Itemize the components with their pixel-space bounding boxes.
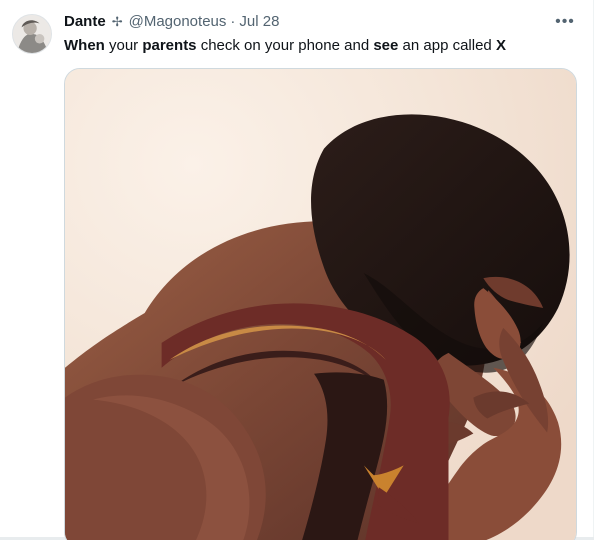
tweet-text-when: When [64, 37, 105, 54]
tweet-media[interactable] [64, 68, 577, 540]
tweet-text-parents: parents [142, 37, 197, 54]
tweet-text: When your parents check on your phone an… [64, 36, 506, 56]
more-options-button[interactable]: ••• [554, 12, 576, 32]
tweet-text-x: X [495, 37, 506, 54]
tweet-card[interactable]: Dante ✢ @Magonoteus · Jul 28 ••• When yo… [0, 0, 594, 540]
more-horizontal-icon: ••• [555, 13, 575, 30]
author-name[interactable]: Dante [64, 12, 106, 32]
avatar[interactable] [12, 14, 52, 54]
separator-dot: · [230, 13, 236, 30]
tweet-date[interactable]: Jul 28 [239, 12, 279, 32]
tweet-header: Dante ✢ @Magonoteus · Jul 28 [64, 12, 279, 32]
tweet-text-see: see [373, 37, 399, 54]
tweet-text-app: an app called [398, 37, 496, 54]
sparkle-badge-icon: ✢ [111, 14, 123, 29]
tweet-text-check: check on your phone and [196, 37, 374, 54]
tweet-text-your: your [104, 37, 143, 54]
avatar-image [13, 15, 51, 53]
author-handle[interactable]: @Magonoteus [129, 12, 227, 32]
meme-image [65, 69, 576, 540]
